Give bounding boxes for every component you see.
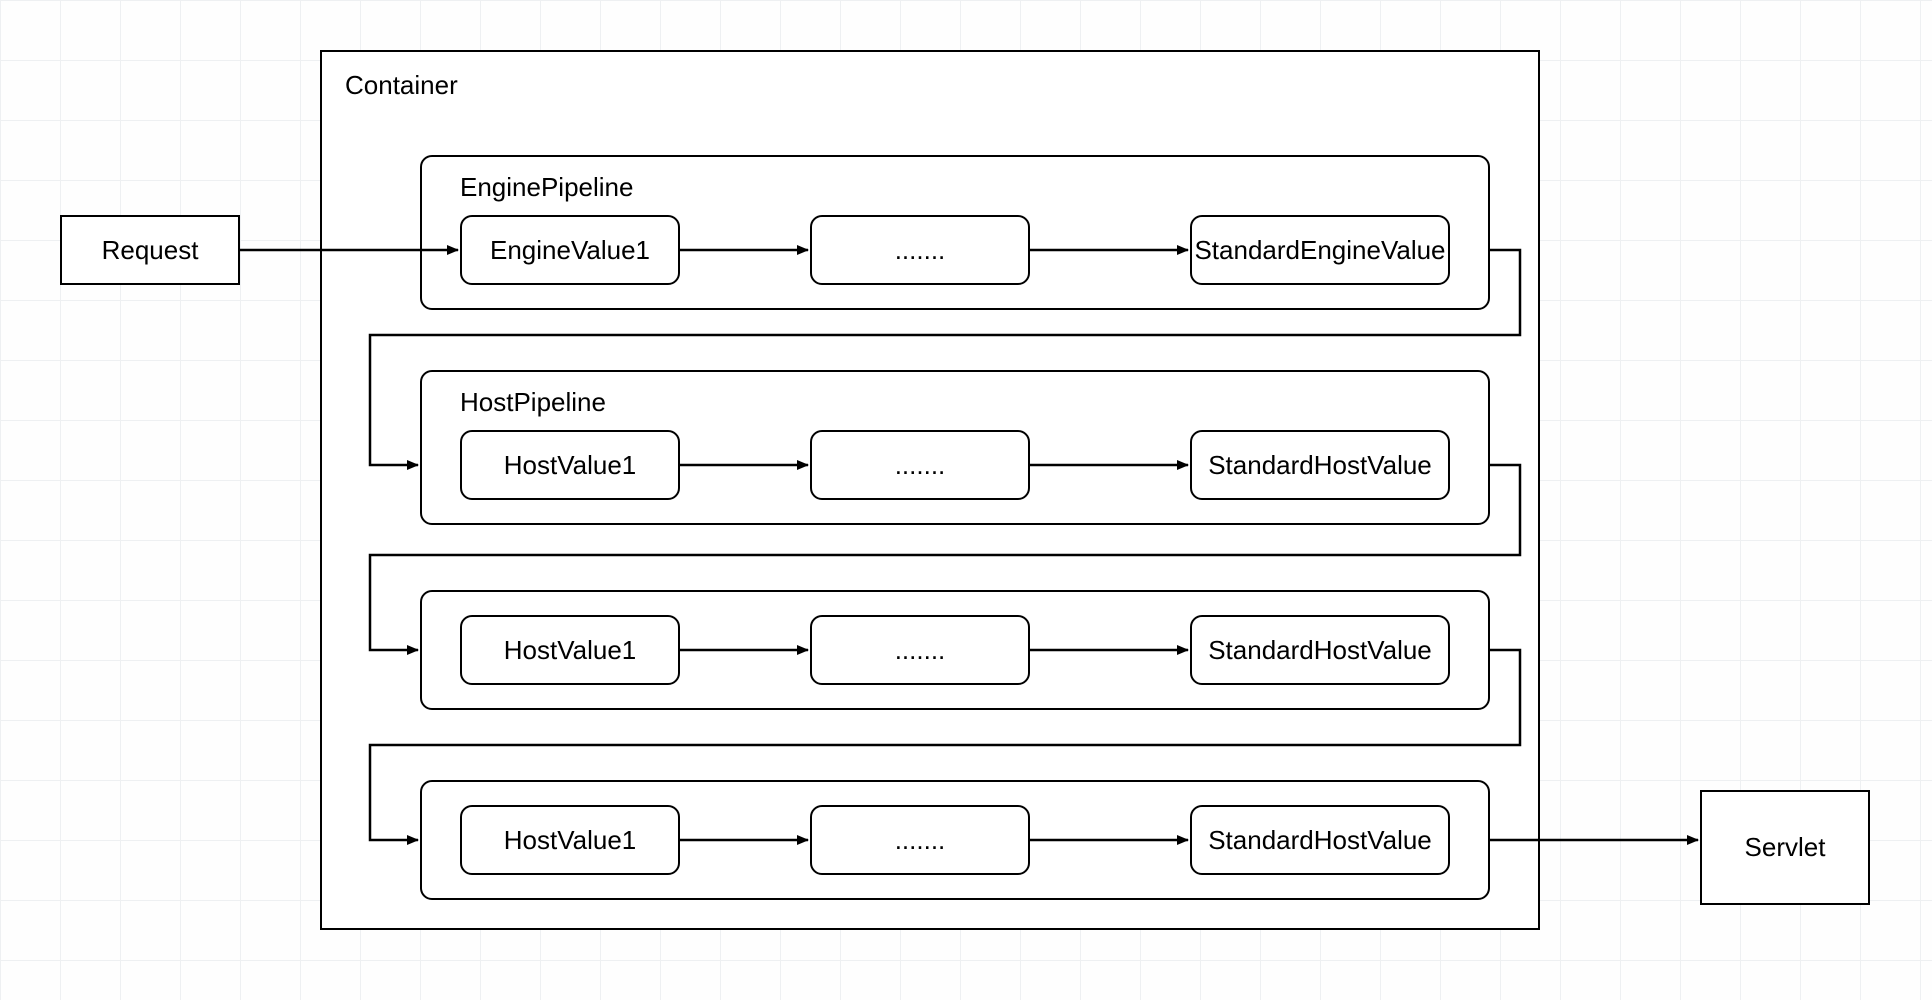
- pipeline-1-value-1-label: EngineValue1: [490, 235, 650, 266]
- pipeline-4-value-1: HostValue1: [460, 805, 680, 875]
- pipeline-3-value-1-label: HostValue1: [504, 635, 637, 666]
- pipeline-1-value-3-label: StandardEngineValue: [1194, 235, 1445, 266]
- pipeline-2-value-3: StandardHostValue: [1190, 430, 1450, 500]
- pipeline-4-value-3-label: StandardHostValue: [1208, 825, 1432, 856]
- pipeline-2-value-2: .......: [810, 430, 1030, 500]
- pipeline-2-title: HostPipeline: [460, 387, 606, 418]
- pipeline-1-value-3: StandardEngineValue: [1190, 215, 1450, 285]
- pipeline-2-value-3-label: StandardHostValue: [1208, 450, 1432, 481]
- pipeline-1-value-1: EngineValue1: [460, 215, 680, 285]
- pipeline-3-value-2: .......: [810, 615, 1030, 685]
- pipeline-3-value-3: StandardHostValue: [1190, 615, 1450, 685]
- servlet-label: Servlet: [1745, 832, 1826, 863]
- pipeline-2-value-1-label: HostValue1: [504, 450, 637, 481]
- request-label: Request: [102, 235, 199, 266]
- pipeline-1-value-2: .......: [810, 215, 1030, 285]
- diagram-canvas: Request Container EnginePipeline EngineV…: [0, 0, 1932, 1000]
- pipeline-4-value-3: StandardHostValue: [1190, 805, 1450, 875]
- pipeline-4-value-1-label: HostValue1: [504, 825, 637, 856]
- pipeline-3-value-3-label: StandardHostValue: [1208, 635, 1432, 666]
- container-title: Container: [345, 70, 458, 101]
- pipeline-3-value-1: HostValue1: [460, 615, 680, 685]
- pipeline-4-value-2: .......: [810, 805, 1030, 875]
- pipeline-1-value-2-label: .......: [895, 235, 946, 266]
- pipeline-2-value-2-label: .......: [895, 450, 946, 481]
- pipeline-1-title: EnginePipeline: [460, 172, 633, 203]
- servlet-box: Servlet: [1700, 790, 1870, 905]
- pipeline-4-value-2-label: .......: [895, 825, 946, 856]
- pipeline-2-value-1: HostValue1: [460, 430, 680, 500]
- pipeline-3-value-2-label: .......: [895, 635, 946, 666]
- request-box: Request: [60, 215, 240, 285]
